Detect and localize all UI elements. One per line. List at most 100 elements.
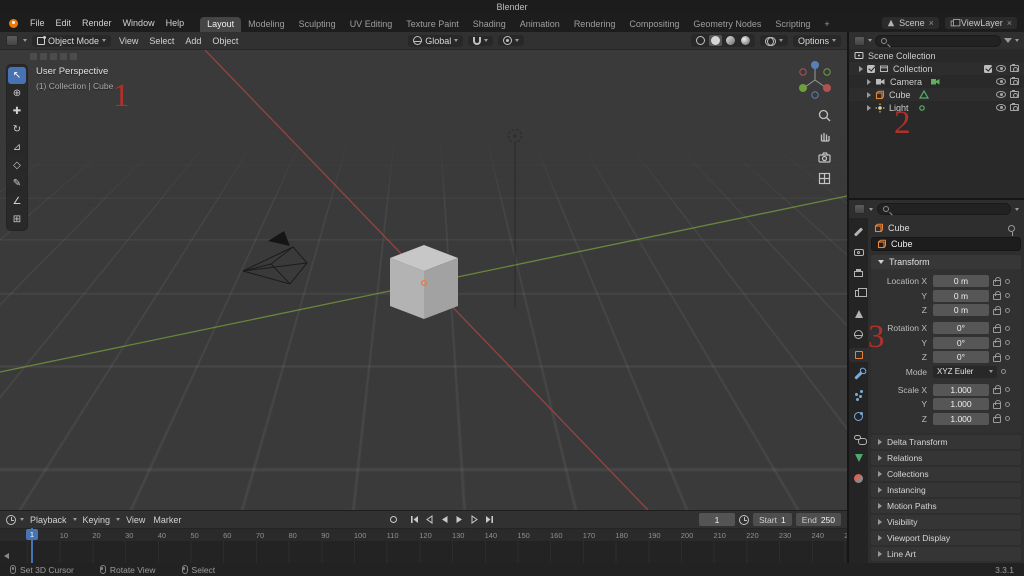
section-instancing[interactable]: Instancing xyxy=(871,482,1021,497)
workspace-tab-sculpting[interactable]: Sculpting xyxy=(292,17,343,32)
section-line-art[interactable]: Line Art xyxy=(871,546,1021,561)
collection-checkbox[interactable] xyxy=(867,64,875,73)
lock-icon[interactable] xyxy=(993,385,1001,394)
animate-dot-icon[interactable] xyxy=(1005,340,1010,345)
tab-material[interactable] xyxy=(849,471,868,485)
outliner-row-light[interactable]: Light xyxy=(849,101,1024,114)
shading-material-button[interactable] xyxy=(724,35,737,46)
playhead-frame-label[interactable]: 1 xyxy=(26,529,38,540)
filter-icon[interactable] xyxy=(1004,38,1012,43)
animate-dot-icon[interactable] xyxy=(1005,293,1010,298)
lock-icon[interactable] xyxy=(993,323,1001,333)
rotation-x-field[interactable]: 0° xyxy=(933,322,989,334)
outliner-editor-type-icon[interactable] xyxy=(854,35,865,46)
section-relations[interactable]: Relations xyxy=(871,450,1021,465)
menu-window[interactable]: Window xyxy=(118,18,160,28)
scene-selector[interactable]: Scene × xyxy=(882,17,939,29)
lock-icon[interactable] xyxy=(993,352,1001,362)
menu-keying[interactable]: Keying xyxy=(81,515,113,525)
timeline-ruler[interactable]: 0102030405060708090100110120130140150160… xyxy=(0,528,847,541)
properties-search-input[interactable] xyxy=(877,203,1011,215)
section-collections[interactable]: Collections xyxy=(871,466,1021,481)
menu-view-timeline[interactable]: View xyxy=(124,515,147,525)
toggle-perspective-grid-icon[interactable] xyxy=(817,171,832,186)
lock-icon[interactable] xyxy=(993,305,1001,315)
move-tool[interactable]: ✚ xyxy=(8,103,26,120)
section-viewport-display[interactable]: Viewport Display xyxy=(871,530,1021,545)
render-visibility-icon[interactable] xyxy=(1010,103,1019,111)
render-visibility-icon[interactable] xyxy=(1010,64,1019,72)
animate-dot-icon[interactable] xyxy=(1005,278,1010,284)
measure-tool[interactable]: ∠ xyxy=(8,193,26,210)
tab-physics[interactable] xyxy=(849,410,868,424)
tab-modifiers[interactable] xyxy=(849,369,868,383)
menu-playback[interactable]: Playback xyxy=(28,515,69,525)
rotation-mode-dropdown[interactable]: XYZ Euler xyxy=(933,365,997,378)
lock-icon[interactable] xyxy=(993,414,1001,423)
workspace-tab-animation[interactable]: Animation xyxy=(513,17,567,32)
workspace-tab-scripting[interactable]: Scripting xyxy=(768,17,817,32)
navigation-gizmo[interactable] xyxy=(795,58,835,102)
outliner-editor-caret-icon[interactable] xyxy=(868,39,872,42)
tool-toggle-icon[interactable] xyxy=(30,53,37,60)
proportional-edit-dropdown[interactable] xyxy=(498,35,525,46)
select-box-tool[interactable]: ↖ xyxy=(8,67,26,84)
animate-dot-icon[interactable] xyxy=(1005,325,1010,331)
location-x-field[interactable]: 0 m xyxy=(933,275,989,287)
animate-dot-icon[interactable] xyxy=(1005,354,1010,360)
timeline-expand-arrow-icon[interactable] xyxy=(4,553,9,559)
properties-editor-caret-icon[interactable] xyxy=(869,207,873,211)
timeline-editor-caret-icon[interactable] xyxy=(20,518,24,521)
outliner-row-cube[interactable]: Cube xyxy=(849,88,1024,101)
jump-to-end-button[interactable] xyxy=(485,515,494,524)
workspace-tab-rendering[interactable]: Rendering xyxy=(567,17,623,32)
mode-dropdown[interactable]: Object Mode xyxy=(32,34,112,47)
next-keyframe-button[interactable] xyxy=(470,515,479,524)
animate-dot-icon[interactable] xyxy=(1005,387,1010,392)
shading-rendered-button[interactable] xyxy=(739,35,752,46)
menu-help[interactable]: Help xyxy=(161,18,190,28)
workspace-tab-modeling[interactable]: Modeling xyxy=(241,17,292,32)
workspace-tab-shading[interactable]: Shading xyxy=(466,17,513,32)
outliner-row-scene-collection[interactable]: Scene Collection xyxy=(849,49,1024,62)
tab-particles[interactable] xyxy=(849,389,868,403)
viewport-3d[interactable]: User Perspective (1) Collection | Cube ↖… xyxy=(0,50,847,510)
editor-type-icon[interactable] xyxy=(6,35,18,46)
lock-icon[interactable] xyxy=(993,291,1001,300)
add-cube-tool[interactable]: ⊞ xyxy=(8,211,26,228)
location-y-field[interactable]: 0 m xyxy=(933,289,989,302)
tab-object-data[interactable] xyxy=(849,451,868,465)
expand-arrow-icon[interactable] xyxy=(867,78,871,85)
location-z-field[interactable]: 0 m xyxy=(933,304,989,316)
render-visibility-icon[interactable] xyxy=(1010,90,1019,98)
workspace-tab-geometry-nodes[interactable]: Geometry Nodes xyxy=(686,17,768,32)
menu-view-3d[interactable]: View xyxy=(116,36,141,46)
orientation-dropdown[interactable]: Global xyxy=(408,34,464,47)
add-workspace-button[interactable]: + xyxy=(817,17,836,32)
tab-world[interactable] xyxy=(849,328,868,342)
expand-arrow-icon[interactable] xyxy=(867,104,871,111)
transform-tool[interactable]: ◇ xyxy=(8,157,26,174)
blender-logo-icon[interactable] xyxy=(7,18,20,29)
menu-render[interactable]: Render xyxy=(77,18,117,28)
shading-wireframe-button[interactable] xyxy=(694,35,707,46)
play-button[interactable] xyxy=(455,515,464,524)
editor-type-caret-icon[interactable] xyxy=(23,39,27,42)
expand-arrow-icon[interactable] xyxy=(867,91,871,98)
menu-edit[interactable]: Edit xyxy=(51,18,77,28)
workspace-tab-texture-paint[interactable]: Texture Paint xyxy=(399,17,466,32)
overlays-dropdown[interactable] xyxy=(759,35,788,46)
transform-panel-header[interactable]: Transform xyxy=(871,255,1021,269)
tab-object[interactable] xyxy=(849,348,868,362)
object-name-field[interactable]: Cube xyxy=(871,237,1021,251)
scale-z-field[interactable]: 1.000 xyxy=(933,412,989,425)
pin-icon[interactable] xyxy=(1008,224,1015,236)
tab-scene[interactable] xyxy=(849,307,868,321)
animate-dot-icon[interactable] xyxy=(1005,307,1010,313)
move-view-hand-icon[interactable] xyxy=(817,129,832,144)
viewlayer-selector[interactable]: ViewLayer × xyxy=(944,17,1017,29)
scale-tool[interactable]: ⊿ xyxy=(8,139,26,156)
rotate-tool[interactable]: ↻ xyxy=(8,121,26,138)
workspace-tab-uv-editing[interactable]: UV Editing xyxy=(343,17,400,32)
frame-start-field[interactable]: Start 1 xyxy=(753,513,792,526)
